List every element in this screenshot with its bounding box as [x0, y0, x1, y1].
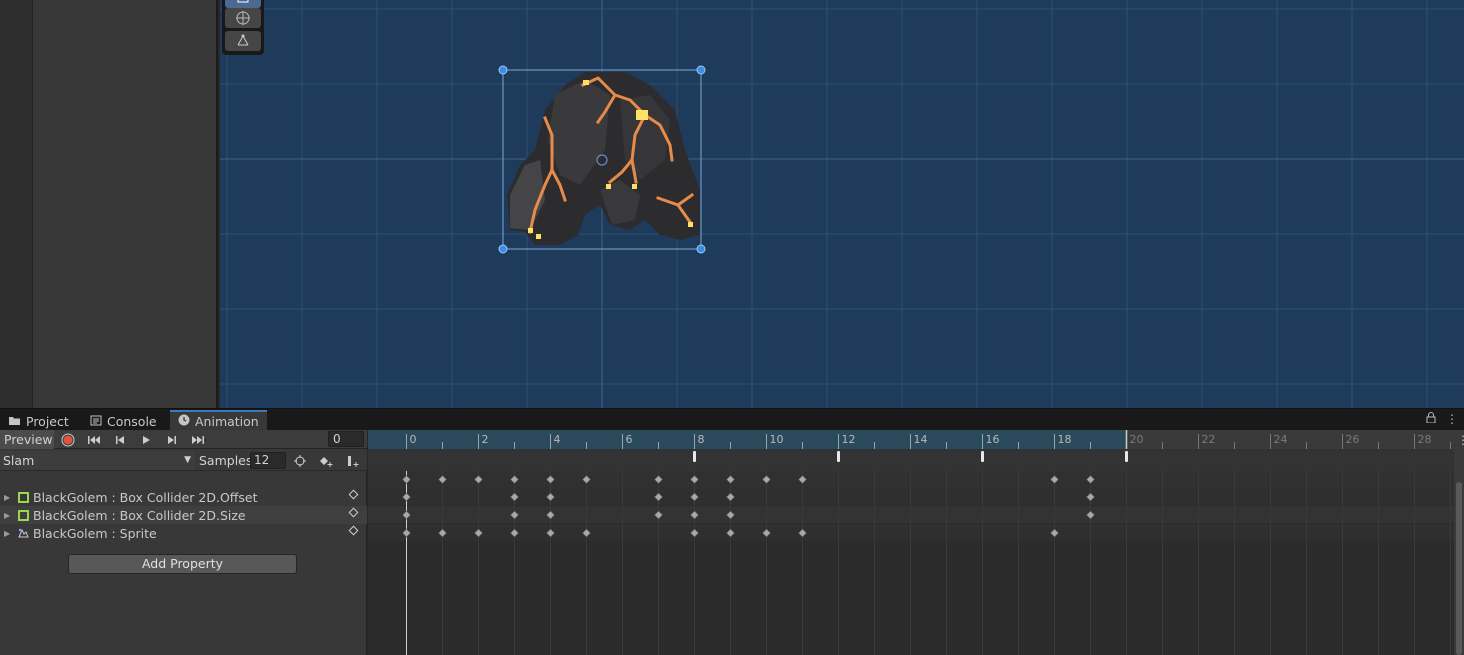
keyframe-diamond-icon[interactable] — [348, 507, 359, 518]
left-toolbar-strip — [0, 0, 33, 408]
samples-label: Samples — [199, 453, 253, 468]
property-label: BlackGolem : Box Collider 2D.Offset — [33, 489, 258, 505]
add-event-button[interactable] — [341, 452, 363, 469]
skip-start-icon — [88, 435, 100, 444]
bone-tool-icon — [237, 34, 249, 46]
animation-properties-pane: Preview 0 Slam ▼ Samples 12 ▶ BlackGolem… — [0, 430, 367, 655]
record-icon — [61, 433, 75, 446]
step-back-icon — [116, 435, 124, 444]
timeline-menu-icon: ⋮ — [1457, 433, 1464, 447]
tab-label: Project — [26, 413, 69, 429]
add-keyframe-icon — [320, 456, 333, 467]
property-label: BlackGolem : Sprite — [33, 525, 157, 541]
ruler-label: 4 — [554, 433, 561, 446]
golem-sprite[interactable] — [507, 72, 700, 245]
ruler-label: 20 — [1130, 433, 1144, 446]
folder-icon — [8, 414, 21, 429]
prev-keyframe-button[interactable] — [109, 431, 131, 448]
tab-project[interactable]: Project — [0, 411, 77, 431]
tab-label: Console — [107, 413, 157, 429]
property-row[interactable]: ▶ BlackGolem : Sprite — [0, 524, 367, 542]
ruler-label: 12 — [842, 433, 856, 446]
animation-event-marker — [837, 451, 840, 462]
box-collider-icon — [16, 508, 30, 522]
property-row[interactable]: ▶ BlackGolem : Box Collider 2D.Offset — [0, 488, 367, 506]
ruler-label: 14 — [914, 433, 928, 446]
ruler-label: 2 — [482, 433, 489, 446]
snap-button[interactable] — [289, 452, 311, 469]
rect-tool-button[interactable] — [225, 0, 261, 8]
property-row[interactable]: ▶ BlackGolem : Box Collider 2D.Size — [0, 506, 367, 524]
clock-icon — [178, 414, 190, 429]
dropdown-arrow-icon: ▼ — [184, 455, 191, 465]
foldout-arrow-icon[interactable]: ▶ — [4, 511, 14, 520]
skip-end-icon — [192, 435, 204, 444]
tab-strip: Project Console Animation ⋮ — [0, 408, 1464, 431]
scene-canvas — [220, 0, 1464, 408]
current-frame-field[interactable]: 0 — [328, 431, 364, 447]
foldout-arrow-icon[interactable]: ▶ — [4, 493, 14, 502]
transform-tool-button[interactable] — [225, 8, 261, 28]
console-icon — [90, 414, 102, 429]
preview-button[interactable]: Preview — [0, 430, 54, 449]
ruler-label: 6 — [626, 433, 633, 446]
add-event-icon — [348, 455, 359, 467]
scene-view[interactable] — [220, 0, 1464, 408]
ruler-label: 0 — [410, 433, 417, 446]
animation-event-marker — [981, 451, 984, 462]
animation-event-marker — [693, 451, 696, 462]
last-keyframe-button[interactable] — [187, 431, 209, 448]
clip-name: Slam — [3, 453, 35, 468]
more-menu-icon[interactable]: ⋮ — [1446, 412, 1458, 426]
hierarchy-panel — [33, 0, 218, 408]
tab-label: Animation — [195, 414, 259, 429]
tab-animation[interactable]: Animation — [170, 410, 267, 431]
step-forward-icon — [168, 435, 176, 444]
scene-tool-overlay — [222, 0, 264, 55]
keyframe-diamond-icon[interactable] — [348, 489, 359, 500]
transform-tool-icon — [236, 11, 250, 25]
rect-tool-icon — [237, 0, 249, 3]
play-button[interactable] — [135, 431, 157, 448]
add-property-button[interactable]: Add Property — [68, 554, 297, 574]
crosshair-icon — [294, 454, 306, 467]
ruler-label: 16 — [986, 433, 1000, 446]
samples-field[interactable]: 12 — [250, 452, 286, 469]
tab-console[interactable]: Console — [82, 411, 165, 431]
property-label: BlackGolem : Box Collider 2D.Size — [33, 507, 246, 523]
ruler-label: 8 — [698, 433, 705, 446]
lock-icon[interactable] — [1426, 412, 1436, 426]
clip-row: Slam ▼ Samples 12 — [0, 450, 367, 471]
ruler-label: 28 — [1418, 433, 1432, 446]
animation-toolbar: Preview 0 — [0, 430, 367, 449]
ruler-label: 22 — [1202, 433, 1216, 446]
record-button[interactable] — [57, 431, 79, 448]
dopesheet[interactable]: 0 2 4 6 8 10 12 14 16 18 20 22 24 26 28 ⋮ — [368, 430, 1464, 655]
ruler-label: 10 — [770, 433, 784, 446]
custom-tool-button[interactable] — [225, 31, 261, 51]
next-keyframe-button[interactable] — [161, 431, 183, 448]
foldout-arrow-icon[interactable]: ▶ — [4, 529, 14, 538]
clip-selector[interactable]: Slam ▼ — [0, 451, 195, 470]
ruler-label: 26 — [1346, 433, 1360, 446]
play-icon — [143, 435, 150, 444]
animation-event-marker — [1125, 451, 1128, 462]
sprite-renderer-icon — [16, 526, 30, 540]
ruler-label: 24 — [1274, 433, 1288, 446]
first-keyframe-button[interactable] — [83, 431, 105, 448]
dopesheet-canvas: 0 2 4 6 8 10 12 14 16 18 20 22 24 26 28 ⋮ — [368, 430, 1464, 655]
keyframe-diamond-icon[interactable] — [348, 525, 359, 536]
box-collider-icon — [16, 490, 30, 504]
ruler-label: 18 — [1058, 433, 1072, 446]
add-keyframe-button[interactable] — [315, 452, 337, 469]
